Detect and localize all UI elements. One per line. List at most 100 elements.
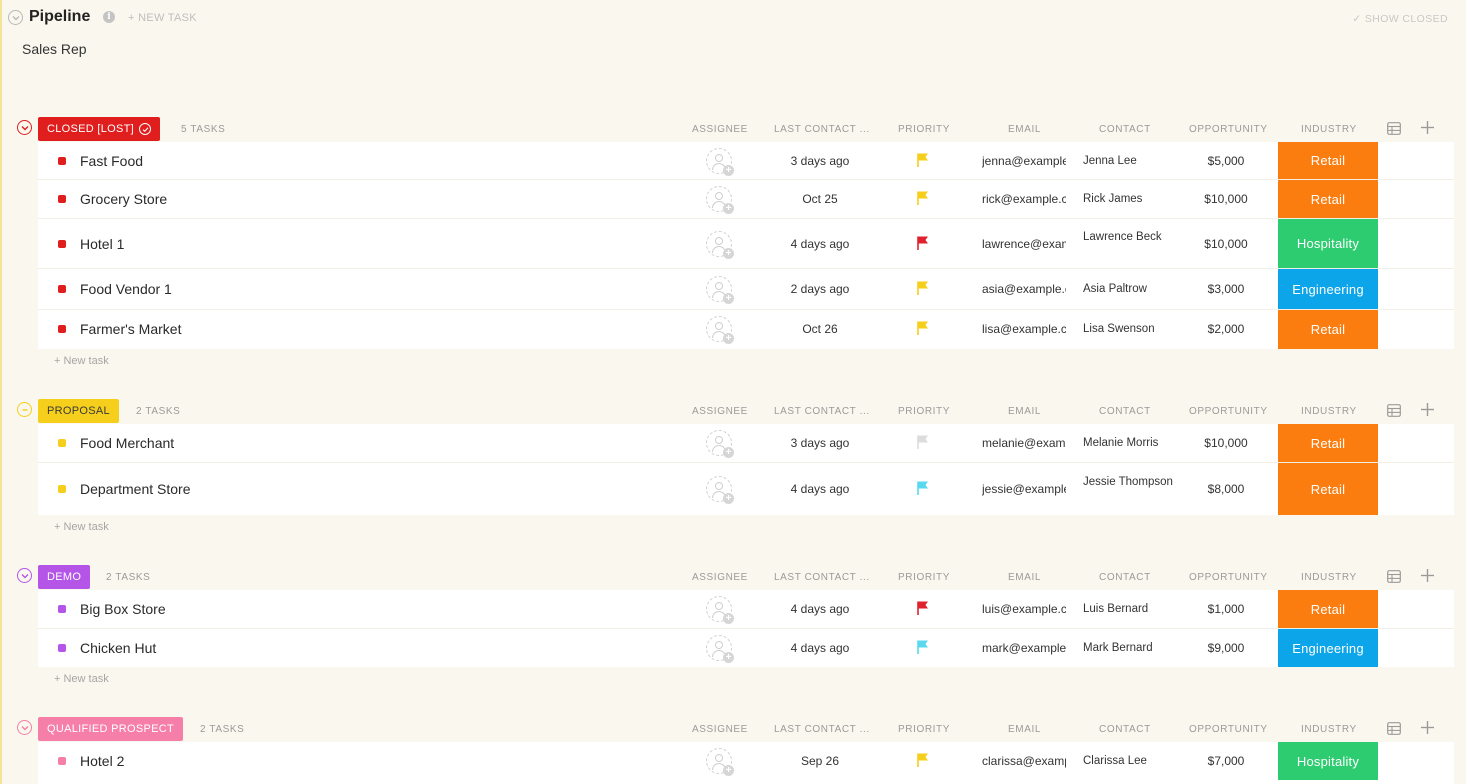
priority-flag-icon[interactable]: [917, 435, 930, 449]
assignee-avatar-icon[interactable]: +: [706, 276, 734, 304]
status-dot[interactable]: [58, 325, 66, 333]
status-badge[interactable]: PROPOSAL: [38, 399, 119, 423]
industry-tag[interactable]: Retail: [1278, 590, 1378, 628]
column-header-last-contact[interactable]: LAST CONTACT ...: [774, 124, 870, 135]
table-row[interactable]: Hotel 1 + 4 days ago lawrence@example.co…: [38, 219, 1454, 269]
status-dot[interactable]: [58, 285, 66, 293]
group-collapse-toggle[interactable]: [17, 720, 32, 735]
new-task-button[interactable]: + New task: [54, 673, 109, 685]
task-name[interactable]: Big Box Store: [80, 601, 166, 617]
status-dot[interactable]: [58, 157, 66, 165]
priority-flag-icon[interactable]: [917, 321, 930, 335]
email-cell[interactable]: mark@example.com: [982, 641, 1066, 655]
assignee-avatar-icon[interactable]: +: [706, 748, 734, 776]
status-badge[interactable]: CLOSED [LOST]: [38, 117, 161, 141]
table-settings-icon[interactable]: [1387, 570, 1401, 583]
column-header-priority[interactable]: PRIORITY: [898, 406, 950, 417]
column-header-last-contact[interactable]: LAST CONTACT ...: [774, 724, 870, 735]
task-name[interactable]: Hotel 1: [80, 236, 124, 252]
status-dot[interactable]: [58, 644, 66, 652]
industry-tag[interactable]: Retail: [1278, 180, 1378, 218]
group-collapse-toggle[interactable]: [17, 568, 32, 583]
table-row[interactable]: Food Vendor 1 + 2 days ago asia@example.…: [38, 269, 1454, 310]
task-name[interactable]: Department Store: [80, 481, 191, 497]
industry-tag[interactable]: Engineering: [1278, 629, 1378, 667]
column-header-assignee[interactable]: ASSIGNEE: [692, 406, 748, 417]
status-dot[interactable]: [58, 605, 66, 613]
table-row[interactable]: Chicken Hut + 4 days ago mark@example.co…: [38, 629, 1454, 667]
opportunity-cell[interactable]: $10,000: [1186, 436, 1266, 450]
column-header-contact[interactable]: CONTACT: [1099, 724, 1151, 735]
column-header-last-contact[interactable]: LAST CONTACT ...: [774, 572, 870, 583]
task-name[interactable]: Grocery Store: [80, 191, 167, 207]
table-row[interactable]: Department Store + 4 days ago jessie@exa…: [38, 463, 1454, 515]
table-row[interactable]: Hotel 2 + Sep 26 clarissa@example.com Cl…: [38, 742, 1454, 780]
add-column-icon[interactable]: [1420, 402, 1435, 417]
column-header-contact[interactable]: CONTACT: [1099, 406, 1151, 417]
contact-cell[interactable]: Jenna Lee: [1083, 154, 1173, 168]
new-task-button[interactable]: + New task: [54, 355, 109, 367]
priority-flag-icon[interactable]: [917, 753, 930, 767]
table-row[interactable]: Big Box Store + 4 days ago luis@example.…: [38, 590, 1454, 629]
last-contact-cell[interactable]: Oct 26: [784, 322, 856, 336]
table-settings-icon[interactable]: [1387, 722, 1401, 735]
priority-flag-icon[interactable]: [917, 601, 930, 615]
industry-tag[interactable]: Retail: [1278, 310, 1378, 349]
column-header-last-contact[interactable]: LAST CONTACT ...: [774, 406, 870, 417]
assignee-avatar-icon[interactable]: +: [706, 635, 734, 663]
status-badge[interactable]: QUALIFIED PROSPECT: [38, 717, 184, 741]
column-header-email[interactable]: EMAIL: [1008, 124, 1041, 135]
task-name[interactable]: Chicken Hut: [80, 640, 156, 656]
column-header-email[interactable]: EMAIL: [1008, 724, 1041, 735]
industry-tag[interactable]: Hospitality: [1278, 742, 1378, 780]
table-row[interactable]: Food Merchant + 3 days ago melanie@examp…: [38, 424, 1454, 463]
group-collapse-toggle[interactable]: [17, 120, 32, 135]
contact-cell[interactable]: Lawrence Beck: [1083, 230, 1173, 244]
opportunity-cell[interactable]: $2,000: [1186, 322, 1266, 336]
email-cell[interactable]: melanie@example.com: [982, 436, 1066, 450]
info-icon[interactable]: i: [103, 11, 115, 23]
task-name[interactable]: Fast Food: [80, 153, 143, 169]
priority-flag-icon[interactable]: [917, 481, 930, 495]
assignee-avatar-icon[interactable]: +: [706, 231, 734, 259]
priority-flag-icon[interactable]: [917, 640, 930, 654]
new-task-button[interactable]: + New task: [54, 521, 109, 533]
column-header-opportunity[interactable]: OPPORTUNITY: [1189, 724, 1268, 735]
column-header-assignee[interactable]: ASSIGNEE: [692, 124, 748, 135]
email-cell[interactable]: jenna@example.com: [982, 154, 1066, 168]
email-cell[interactable]: lawrence@example.com: [982, 237, 1066, 251]
email-cell[interactable]: jessie@example.com: [982, 482, 1066, 496]
column-header-industry[interactable]: INDUSTRY: [1301, 572, 1357, 583]
column-header-opportunity[interactable]: OPPORTUNITY: [1189, 572, 1268, 583]
add-column-icon[interactable]: [1420, 568, 1435, 583]
status-dot[interactable]: [58, 439, 66, 447]
table-row[interactable]: Grocery Store + Oct 25 rick@example.com …: [38, 180, 1454, 219]
column-header-opportunity[interactable]: OPPORTUNITY: [1189, 124, 1268, 135]
contact-cell[interactable]: Rick James: [1083, 192, 1173, 206]
column-header-contact[interactable]: CONTACT: [1099, 572, 1151, 583]
last-contact-cell[interactable]: 2 days ago: [784, 282, 856, 296]
task-name[interactable]: Hotel 2: [80, 753, 124, 769]
assignee-avatar-icon[interactable]: +: [706, 476, 734, 504]
contact-cell[interactable]: Luis Bernard: [1083, 602, 1173, 616]
opportunity-cell[interactable]: $9,000: [1186, 641, 1266, 655]
opportunity-cell[interactable]: $3,000: [1186, 282, 1266, 296]
status-dot[interactable]: [58, 757, 66, 765]
table-row[interactable]: Farmer's Market + Oct 26 lisa@example.co…: [38, 310, 1454, 349]
opportunity-cell[interactable]: $7,000: [1186, 754, 1266, 768]
last-contact-cell[interactable]: Oct 25: [784, 192, 856, 206]
collapse-list-toggle[interactable]: [8, 10, 23, 25]
industry-tag[interactable]: Engineering: [1278, 269, 1378, 309]
last-contact-cell[interactable]: 3 days ago: [784, 154, 856, 168]
contact-cell[interactable]: Jessie Thompson: [1083, 475, 1173, 489]
assignee-avatar-icon[interactable]: +: [706, 148, 734, 176]
assignee-avatar-icon[interactable]: +: [706, 430, 734, 458]
column-header-email[interactable]: EMAIL: [1008, 572, 1041, 583]
show-closed-toggle[interactable]: ✓ SHOW CLOSED: [1352, 13, 1448, 25]
status-badge[interactable]: DEMO: [38, 565, 91, 589]
industry-tag[interactable]: Retail: [1278, 424, 1378, 462]
status-dot[interactable]: [58, 240, 66, 248]
last-contact-cell[interactable]: 3 days ago: [784, 436, 856, 450]
column-header-assignee[interactable]: ASSIGNEE: [692, 572, 748, 583]
table-settings-icon[interactable]: [1387, 404, 1401, 417]
